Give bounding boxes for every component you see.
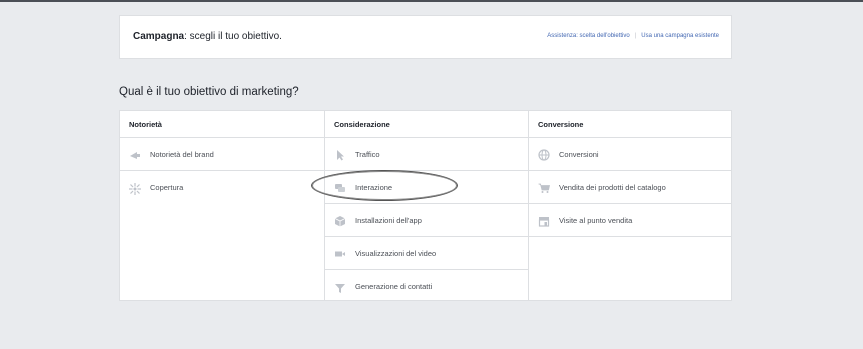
- objective-label: Conversioni: [559, 149, 599, 159]
- help-link[interactable]: Assistenza: scelta dell'obiettivo: [547, 33, 630, 39]
- objective-grid: Notorietà Notorietà del brand Copertura …: [119, 110, 732, 301]
- objective-lead-generation[interactable]: Generazione di contatti: [325, 270, 528, 303]
- column-conversion: Conversione Conversioni Vendita dei prod…: [529, 111, 732, 300]
- objective-label: Copertura: [150, 183, 184, 192]
- cursor-icon: [334, 148, 346, 161]
- reach-icon: [129, 182, 141, 195]
- objective-catalog-sales[interactable]: Vendita dei prodotti del catalogo: [529, 171, 732, 204]
- header-title-rest: : scegli il tuo obiettivo.: [184, 31, 282, 42]
- column-header-conversion: Conversione: [529, 111, 732, 138]
- store-icon: [538, 214, 550, 227]
- objective-label: Generazione di contatti: [355, 282, 433, 291]
- column-header-consideration: Considerazione: [325, 111, 528, 138]
- link-separator: |: [634, 33, 637, 39]
- marketing-objective-question: Qual è il tuo obiettivo di marketing?: [119, 86, 299, 98]
- column-header-awareness: Notorietà: [120, 111, 324, 138]
- objective-label: Visualizzazioni del video: [355, 248, 437, 258]
- shopping-cart-icon: [538, 181, 550, 193]
- header-title: Campagna: scegli il tuo obiettivo.: [133, 31, 282, 42]
- megaphone-icon: [129, 148, 141, 160]
- globe-icon: [538, 148, 550, 161]
- column-consideration: Considerazione Traffico Interazione Inst…: [325, 111, 529, 300]
- objective-traffic[interactable]: Traffico: [325, 138, 528, 171]
- objective-label: Notorietà del brand: [150, 149, 214, 159]
- objective-store-visits[interactable]: Visite al punto vendita: [529, 204, 732, 237]
- top-border: [0, 0, 863, 2]
- objective-label: Traffico: [355, 149, 380, 159]
- objective-conversions[interactable]: Conversioni: [529, 138, 732, 171]
- objective-label: Installazioni dell'app: [355, 215, 422, 225]
- video-camera-icon: [334, 247, 346, 259]
- existing-campaign-link[interactable]: Usa una campagna esistente: [641, 33, 719, 39]
- funnel-icon: [334, 281, 346, 293]
- objective-app-installs[interactable]: Installazioni dell'app: [325, 204, 528, 237]
- objective-reach[interactable]: Copertura: [120, 171, 324, 204]
- header-title-bold: Campagna: [133, 31, 185, 42]
- header-links: Assistenza: scelta dell'obiettivo | Usa un…: [547, 33, 719, 39]
- objective-brand-awareness[interactable]: Notorietà del brand: [120, 138, 324, 171]
- campaign-header-card: Campagna: scegli il tuo obiettivo. Assis…: [119, 15, 732, 59]
- column-awareness: Notorietà Notorietà del brand Copertura: [120, 111, 325, 300]
- objective-label: Visite al punto vendita: [559, 215, 633, 225]
- engagement-highlight-circle: [311, 170, 458, 201]
- objective-video-views[interactable]: Visualizzazioni del video: [325, 237, 528, 270]
- objective-label: Vendita dei prodotti del catalogo: [559, 182, 666, 192]
- app-box-icon: [334, 214, 346, 227]
